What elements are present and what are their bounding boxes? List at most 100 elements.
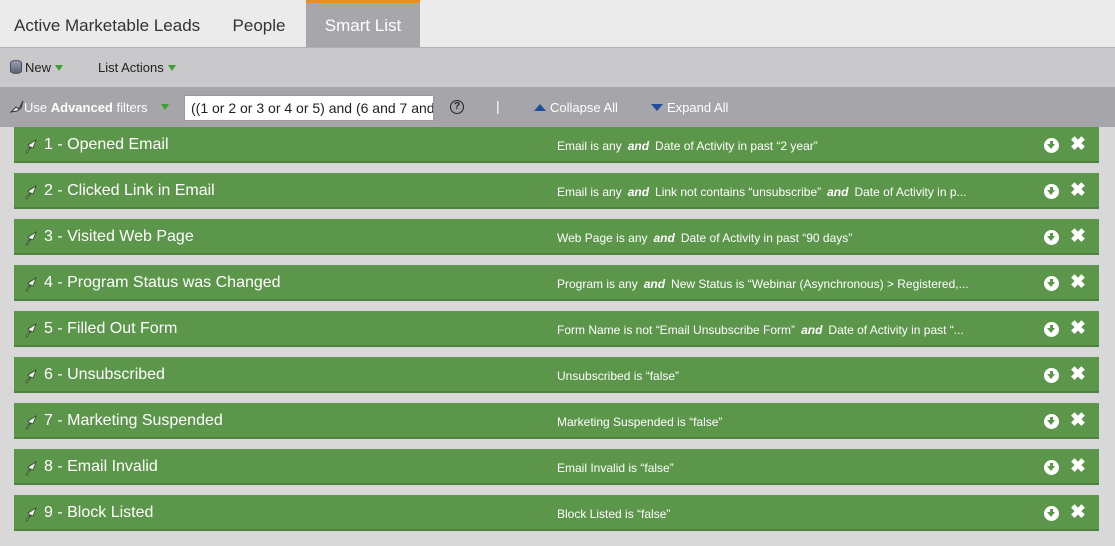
list-actions-label: List Actions xyxy=(98,60,164,75)
condition-operator: and xyxy=(643,277,666,291)
filter-condition-summary: Email is any and Date of Activity in past … xyxy=(557,139,997,153)
filter-title[interactable]: 4 - Program Status was Changed xyxy=(44,274,281,292)
expand-all-button[interactable]: Expand All xyxy=(651,100,728,115)
advanced-dropdown-arrow-icon[interactable] xyxy=(161,104,169,110)
condition-text: Form Name is not “Email Unsubscribe Form… xyxy=(557,323,796,337)
condition-text: Email is any xyxy=(557,185,622,199)
condition-text: Date of Activity in past “90 days” xyxy=(680,231,853,245)
close-icon[interactable]: ✖ xyxy=(1070,225,1086,249)
close-icon[interactable]: ✖ xyxy=(1070,455,1086,479)
condition-operator: and xyxy=(627,139,650,153)
filter-grip-icon[interactable] xyxy=(24,276,38,292)
filter-row[interactable]: 6 - Unsubscribed Unsubscribed is “false” ✖ xyxy=(14,357,1099,393)
filter-title[interactable]: 9 - Block Listed xyxy=(44,504,153,522)
condition-text: Email Invalid is “false” xyxy=(557,461,674,475)
condition-operator: and xyxy=(827,185,849,199)
download-icon[interactable] xyxy=(1044,460,1059,475)
collapse-all-button[interactable]: Collapse All xyxy=(534,100,618,115)
download-icon[interactable] xyxy=(1044,414,1059,429)
condition-text: Link not contains “unsubscribe” xyxy=(655,185,822,199)
condition-text: Program is any xyxy=(557,277,638,291)
toolbar: New List Actions xyxy=(0,47,1115,87)
filter-grip-icon[interactable] xyxy=(24,184,38,200)
download-icon[interactable] xyxy=(1044,368,1059,383)
expand-arrow-icon xyxy=(651,104,663,111)
tab-people[interactable]: People xyxy=(212,0,306,47)
filter-grip-icon[interactable] xyxy=(24,414,38,430)
filter-title[interactable]: 8 - Email Invalid xyxy=(44,458,158,476)
condition-text: New Status is “Webinar (Asynchronous) > … xyxy=(671,277,969,291)
collapse-all-label: Collapse All xyxy=(550,100,618,115)
filter-grip-icon[interactable] xyxy=(24,138,38,154)
advanced-filter-bar: Use Advanced filters ((1 or 2 or 3 or 4 … xyxy=(0,87,1115,127)
filter-title[interactable]: 1 - Opened Email xyxy=(44,136,169,154)
download-icon[interactable] xyxy=(1044,184,1059,199)
list-actions-menu-button[interactable]: List Actions xyxy=(98,60,176,75)
tab-active-marketable-leads[interactable]: Active Marketable Leads xyxy=(0,0,212,47)
collapse-arrow-icon xyxy=(534,104,546,111)
condition-text: Block Listed is “false” xyxy=(557,507,671,521)
filter-condition-summary: Program is any and New Status is “Webinar … xyxy=(557,277,997,291)
filter-title[interactable]: 2 - Clicked Link in Email xyxy=(44,182,215,200)
help-icon[interactable]: ? xyxy=(450,100,464,114)
filter-row[interactable]: 4 - Program Status was Changed Program is… xyxy=(14,265,1099,301)
filter-list: 1 - Opened Email Email is any and Date of A… xyxy=(0,127,1115,546)
tab-smart-list[interactable]: Smart List xyxy=(306,0,420,47)
use-advanced-filters-toggle[interactable]: Use Advanced filters xyxy=(9,100,148,115)
download-icon[interactable] xyxy=(1044,230,1059,245)
condition-text: Unsubscribed is “false” xyxy=(557,369,680,383)
close-icon[interactable]: ✖ xyxy=(1070,179,1086,203)
dropdown-arrow-icon xyxy=(167,65,176,71)
condition-text: Web Page is any xyxy=(557,231,648,245)
use-label: Use xyxy=(24,100,51,115)
filter-title[interactable]: 5 - Filled Out Form xyxy=(44,320,177,338)
filter-condition-summary: Email Invalid is “false” xyxy=(557,461,997,475)
condition-operator: and xyxy=(801,323,823,337)
close-icon[interactable]: ✖ xyxy=(1070,363,1086,387)
close-icon[interactable]: ✖ xyxy=(1070,501,1086,525)
close-icon[interactable]: ✖ xyxy=(1070,409,1086,433)
condition-operator: and xyxy=(627,185,650,199)
filter-condition-summary: Block Listed is “false” xyxy=(557,507,997,521)
download-icon[interactable] xyxy=(1044,276,1059,291)
download-icon[interactable] xyxy=(1044,138,1059,153)
condition-operator: and xyxy=(653,231,675,245)
separator: | xyxy=(496,98,500,114)
filter-condition-summary: Form Name is not “Email Unsubscribe Form… xyxy=(557,323,997,337)
condition-text: Email is any xyxy=(557,139,622,153)
condition-text: Date of Activity in p... xyxy=(854,185,967,199)
filter-icon xyxy=(9,100,24,113)
filter-row[interactable]: 8 - Email Invalid Email Invalid is “false… xyxy=(14,449,1099,485)
new-label: New xyxy=(25,60,52,75)
condition-text: Marketing Suspended is “false” xyxy=(557,415,723,429)
filter-condition-summary: Web Page is any and Date of Activity in pa… xyxy=(557,231,997,245)
filter-condition-summary: Marketing Suspended is “false” xyxy=(557,415,997,429)
condition-text: Date of Activity in past “... xyxy=(828,323,964,337)
filter-title[interactable]: 7 - Marketing Suspended xyxy=(44,412,223,430)
filter-grip-icon[interactable] xyxy=(24,322,38,338)
filter-condition-summary: Unsubscribed is “false” xyxy=(557,369,997,383)
filter-grip-icon[interactable] xyxy=(24,368,38,384)
close-icon[interactable]: ✖ xyxy=(1070,133,1086,157)
new-menu-button[interactable]: New xyxy=(10,60,64,75)
filter-row[interactable]: 1 - Opened Email Email is any and Date of A… xyxy=(14,127,1099,163)
condition-text: Date of Activity in past “2 year” xyxy=(655,139,818,153)
filter-logic-input[interactable]: ((1 or 2 or 3 or 4 or 5) and (6 and 7 an… xyxy=(184,95,434,121)
filter-condition-summary: Email is any and Link not contains “unsubs… xyxy=(557,185,997,199)
download-icon[interactable] xyxy=(1044,506,1059,521)
close-icon[interactable]: ✖ xyxy=(1070,317,1086,341)
filter-grip-icon[interactable] xyxy=(24,230,38,246)
filter-grip-icon[interactable] xyxy=(24,506,38,522)
tab-bar: Active Marketable Leads People Smart Lis… xyxy=(0,0,1115,47)
download-icon[interactable] xyxy=(1044,322,1059,337)
filter-row[interactable]: 5 - Filled Out Form Form Name is not “Ema… xyxy=(14,311,1099,347)
filter-row[interactable]: 7 - Marketing Suspended Marketing Suspend… xyxy=(14,403,1099,439)
filter-row[interactable]: 2 - Clicked Link in Email Email is any and… xyxy=(14,173,1099,209)
filter-title[interactable]: 3 - Visited Web Page xyxy=(44,228,194,246)
filter-grip-icon[interactable] xyxy=(24,460,38,476)
expand-all-label: Expand All xyxy=(667,100,729,115)
filter-title[interactable]: 6 - Unsubscribed xyxy=(44,366,165,384)
close-icon[interactable]: ✖ xyxy=(1070,271,1086,295)
filter-row[interactable]: 9 - Block Listed Block Listed is “false” ✖ xyxy=(14,495,1099,531)
filter-row[interactable]: 3 - Visited Web Page Web Page is any and Da… xyxy=(14,219,1099,255)
